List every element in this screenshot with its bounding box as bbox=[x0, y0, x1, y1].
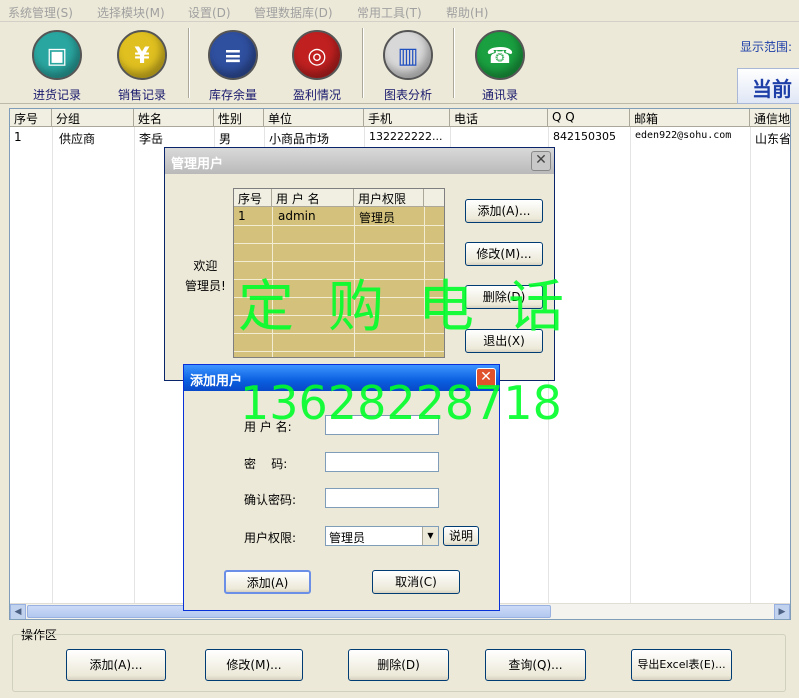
permission-label: 用户权限: bbox=[244, 531, 297, 545]
sales-records-button[interactable]: ¥ 销售记录 bbox=[108, 30, 176, 102]
menu-tools[interactable]: 常用工具(T) bbox=[357, 4, 422, 21]
manage-users-titlebar: 管理用户 ✕ bbox=[165, 148, 554, 174]
menu-manage-db[interactable]: 管理数据库(D) bbox=[254, 4, 333, 21]
cell-qq[interactable]: 842150305 bbox=[549, 130, 620, 143]
close-icon[interactable]: ✕ bbox=[531, 151, 551, 171]
menu-system[interactable]: 系统管理(S) bbox=[8, 4, 73, 21]
toolbar-separator bbox=[362, 28, 364, 98]
profit-button[interactable]: ◎ 盈利情况 bbox=[283, 30, 351, 102]
cell-mobile[interactable]: 132222222... bbox=[365, 130, 446, 143]
ops-edit-button[interactable]: 修改(M)... bbox=[205, 649, 303, 681]
box-icon: ▣ bbox=[32, 30, 82, 80]
bar-chart-icon: ▥ bbox=[383, 30, 433, 80]
col-header[interactable]: 单位 bbox=[264, 109, 364, 127]
grid-line bbox=[234, 243, 444, 244]
cell-group[interactable]: 供应商 bbox=[55, 130, 99, 147]
col-header[interactable]: 分组 bbox=[52, 109, 134, 127]
col-header[interactable]: 邮箱 bbox=[630, 109, 750, 127]
chart-analysis-button[interactable]: ▥ 图表分析 bbox=[374, 30, 442, 102]
address-book-button[interactable]: ☎ 通讯录 bbox=[466, 30, 534, 102]
col-header[interactable]: 用 户 名 bbox=[272, 189, 354, 207]
watermark-order-phone-label: 定购电话 bbox=[238, 275, 598, 340]
cell-address[interactable]: 山东省 bbox=[751, 130, 790, 147]
grid-line bbox=[630, 127, 631, 603]
confirm-password-label: 确认密码: bbox=[244, 493, 297, 507]
toolbar: ▣ 进货记录 ¥ 销售记录 ≡ 库存余量 ◎ 盈利情况 ▥ 图表分析 ☎ 通讯录… bbox=[0, 22, 799, 104]
purchase-records-button[interactable]: ▣ 进货记录 bbox=[23, 30, 91, 102]
cancel-button[interactable]: 取消(C) bbox=[372, 570, 460, 594]
col-header[interactable]: 序号 bbox=[234, 189, 272, 207]
password-field[interactable] bbox=[325, 452, 439, 472]
dialog-title: 管理用户 bbox=[171, 157, 224, 172]
confirm-add-button[interactable]: 添加(A) bbox=[224, 570, 311, 594]
database-icon: ≡ bbox=[208, 30, 258, 80]
chevron-down-icon[interactable]: ▼ bbox=[422, 527, 438, 545]
cell-index[interactable]: 1 bbox=[10, 130, 26, 144]
grid-line bbox=[234, 225, 444, 226]
cell-email[interactable]: eden922@sohu.com bbox=[631, 130, 735, 141]
menu-help[interactable]: 帮助(H) bbox=[446, 4, 488, 21]
ops-query-button[interactable]: 查询(Q)... bbox=[485, 649, 586, 681]
current-user-box: 当前 bbox=[737, 68, 799, 104]
grid-line bbox=[750, 127, 751, 603]
user-row-index[interactable]: 1 bbox=[238, 209, 246, 223]
toolbar-separator bbox=[188, 28, 190, 98]
cell-name[interactable]: 李岳 bbox=[135, 130, 167, 147]
grid-header: 序号 分组 姓名 性别 单位 手机 电话 Q Q 邮箱 通信地 bbox=[10, 109, 790, 127]
explain-button[interactable]: 说明 bbox=[443, 526, 479, 546]
yen-coin-icon: ¥ bbox=[117, 30, 167, 80]
password-label: 密 码: bbox=[244, 457, 288, 471]
menu-select-module[interactable]: 选择模块(M) bbox=[97, 4, 165, 21]
col-header[interactable]: 通信地 bbox=[750, 109, 790, 127]
col-header[interactable]: 姓名 bbox=[134, 109, 214, 127]
inventory-button[interactable]: ≡ 库存余量 bbox=[199, 30, 267, 102]
dialog-title: 添加用户 bbox=[190, 374, 243, 389]
ops-delete-button[interactable]: 删除(D) bbox=[348, 649, 449, 681]
col-header[interactable]: Q Q bbox=[548, 109, 630, 127]
col-header[interactable]: 电话 bbox=[450, 109, 548, 127]
user-row-permission[interactable]: 管理员 bbox=[359, 209, 395, 226]
menu-settings[interactable]: 设置(D) bbox=[188, 4, 231, 21]
ops-add-button[interactable]: 添加(A)... bbox=[66, 649, 166, 681]
display-range-label: 显示范围: bbox=[740, 40, 793, 54]
col-header[interactable]: 序号 bbox=[10, 109, 52, 127]
scroll-right-icon[interactable]: ▶ bbox=[774, 604, 790, 619]
cell-company[interactable]: 小商品市场 bbox=[265, 130, 333, 147]
coins-icon: ◎ bbox=[292, 30, 342, 80]
welcome-text: 欢迎 管理员! bbox=[185, 259, 226, 293]
permission-select[interactable]: 管理员 ▼ bbox=[325, 526, 439, 546]
toolbar-separator bbox=[453, 28, 455, 98]
grid-line bbox=[52, 127, 53, 603]
col-header[interactable]: 手机 bbox=[364, 109, 450, 127]
col-header bbox=[424, 189, 444, 207]
confirm-password-field[interactable] bbox=[325, 488, 439, 508]
user-row-name[interactable]: admin bbox=[278, 209, 316, 223]
menu-bar: 系统管理(S) 选择模块(M) 设置(D) 管理数据库(D) 常用工具(T) 帮… bbox=[0, 0, 799, 22]
add-user-button[interactable]: 添加(A)... bbox=[465, 199, 543, 223]
watermark-phone-number: 13628228718 bbox=[240, 376, 562, 430]
telephone-icon: ☎ bbox=[475, 30, 525, 80]
col-header[interactable]: 性别 bbox=[214, 109, 264, 127]
grid-line bbox=[134, 127, 135, 603]
scroll-left-icon[interactable]: ◀ bbox=[10, 604, 26, 619]
col-header[interactable]: 用户权限 bbox=[354, 189, 424, 207]
cell-gender[interactable]: 男 bbox=[215, 130, 235, 147]
ops-export-button[interactable]: 导出Excel表(E)... bbox=[631, 649, 732, 681]
grid-line bbox=[234, 351, 444, 352]
